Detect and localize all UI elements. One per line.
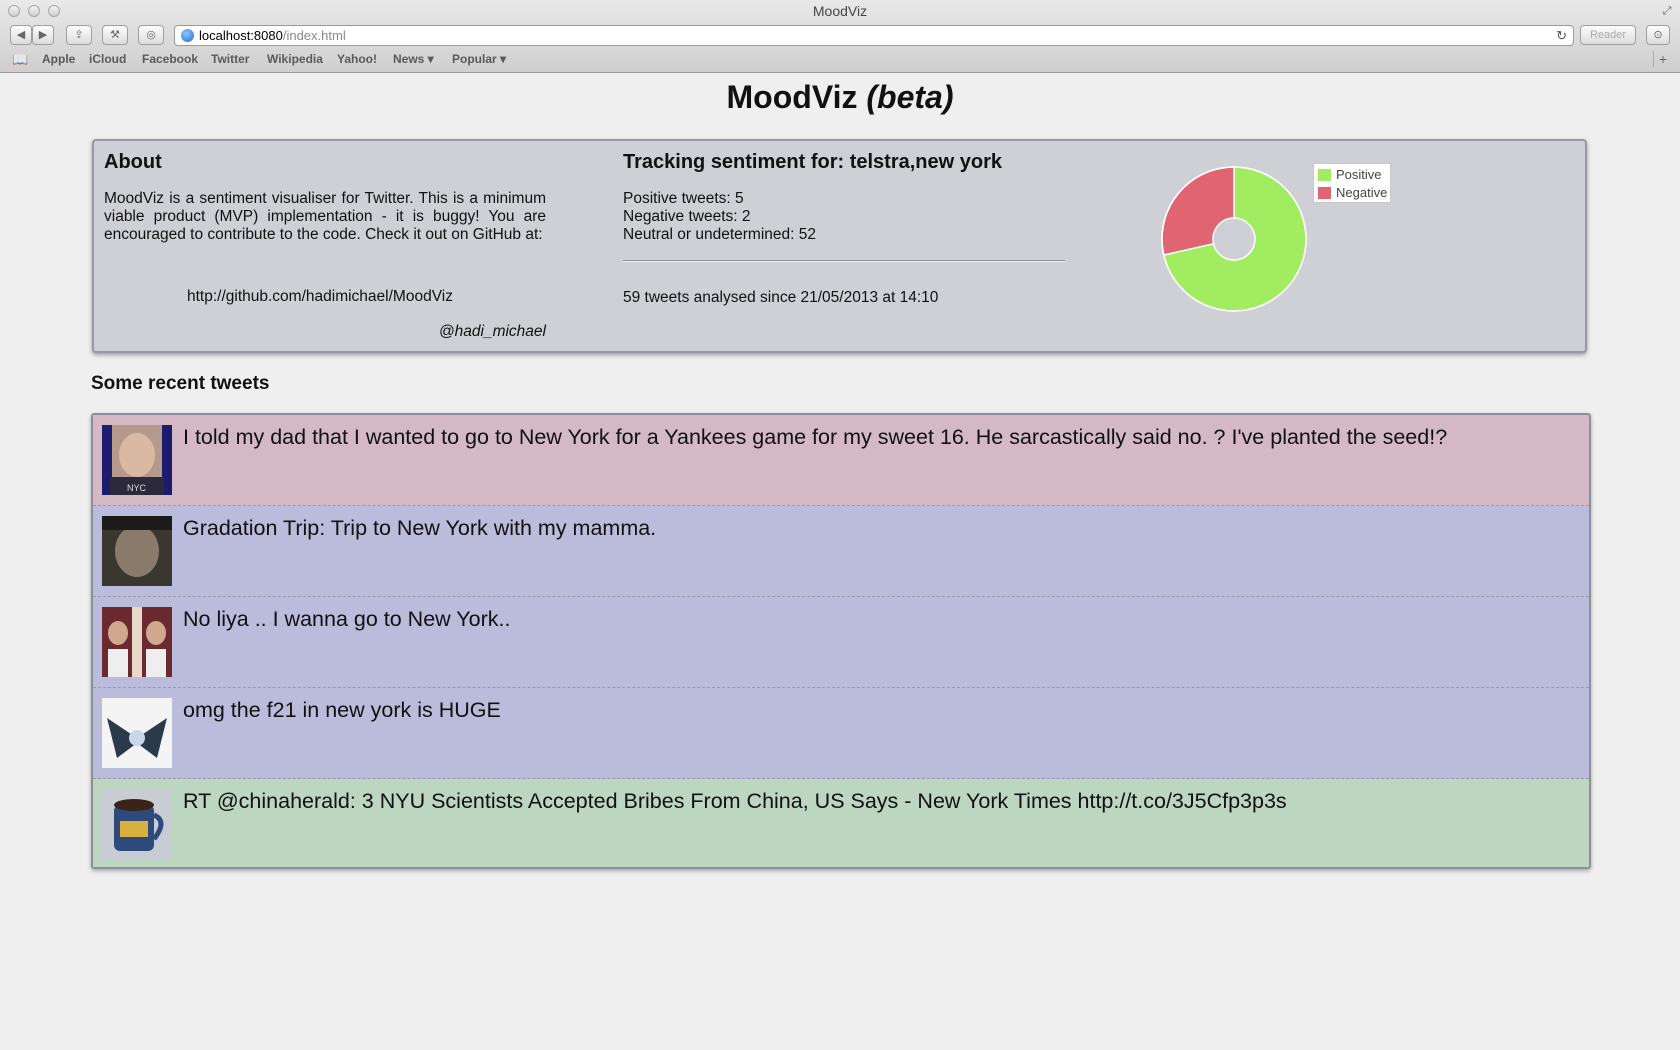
- pie-slice-negative: [1161, 166, 1235, 256]
- zoom-window-button[interactable]: [48, 5, 60, 17]
- tweet-text: I told my dad that I wanted to go to New…: [183, 425, 1448, 449]
- legend-swatch-negative: [1318, 187, 1331, 199]
- shield-icon: ◎: [146, 29, 156, 41]
- tracking-section: Tracking sentiment for: telstra,new york…: [623, 151, 1065, 307]
- tools-button[interactable]: ⚒: [102, 25, 128, 45]
- share-button[interactable]: ⇪: [66, 25, 92, 45]
- about-heading: About: [104, 151, 162, 173]
- app-name: MoodViz: [726, 79, 858, 115]
- forward-button[interactable]: ▶: [32, 25, 54, 45]
- svg-text:NYC: NYC: [127, 483, 147, 493]
- chart-legend: Positive Negative: [1313, 163, 1391, 203]
- pie-svg: [1161, 166, 1307, 312]
- sentiment-stats: Positive tweets: 5 Negative tweets: 2 Ne…: [623, 190, 1065, 244]
- bookmark-icloud[interactable]: iCloud: [89, 52, 126, 66]
- author-handle: @hadi_michael: [438, 323, 546, 340]
- page: MoodViz (beta) About MoodViz is a sentim…: [0, 73, 1680, 1050]
- download-icon: ⊙: [1653, 29, 1663, 41]
- downloads-button[interactable]: ⊙: [1646, 25, 1670, 45]
- address-bar[interactable]: localhost:8080/index.html ↻: [174, 25, 1574, 46]
- bookmark-twitter[interactable]: Twitter: [211, 52, 249, 66]
- bookmark-popular-menu[interactable]: Popular ▾: [452, 52, 506, 66]
- avatar: NYC: [102, 425, 172, 495]
- tweet-item: omg the f21 in new york is HUGE: [93, 688, 1589, 779]
- about-section: About MoodViz is a sentiment visualiser …: [104, 151, 546, 340]
- wrench-icon: ⚒: [110, 29, 120, 41]
- legend-label-positive: Positive: [1336, 167, 1382, 182]
- reload-icon[interactable]: ↻: [1556, 26, 1567, 45]
- tweet-item: No liya .. I wanna go to New York..: [93, 597, 1589, 688]
- browser-toolbar: ◀ ▶ ⇪ ⚒ ◎ localhost:8080/index.html ↻ Re…: [0, 23, 1680, 47]
- bookmark-facebook[interactable]: Facebook: [142, 52, 198, 66]
- sentiment-pie-chart: [1154, 159, 1314, 319]
- analysed-summary: 59 tweets analysed since 21/05/2013 at 1…: [623, 289, 939, 306]
- negative-count: Negative tweets: 2: [623, 208, 751, 225]
- legend-positive: Positive: [1318, 167, 1382, 183]
- avatar: [102, 789, 172, 859]
- avatar: [102, 516, 172, 586]
- reading-list-icon[interactable]: 📖: [12, 52, 28, 68]
- tracking-heading: Tracking sentiment for: telstra,new york: [623, 151, 1002, 173]
- legend-swatch-positive: [1318, 169, 1331, 181]
- reader-button[interactable]: Reader: [1580, 25, 1636, 45]
- bookmark-yahoo[interactable]: Yahoo!: [337, 52, 377, 66]
- tweet-text: omg the f21 in new york is HUGE: [183, 698, 501, 722]
- back-arrow-icon: ◀: [16, 29, 26, 41]
- bookmarks-bar: 📖 Apple iCloud Facebook Twitter Wikipedi…: [0, 49, 1680, 69]
- close-window-button[interactable]: [8, 5, 20, 17]
- bookmark-apple[interactable]: Apple: [42, 52, 75, 66]
- bookmark-wikipedia[interactable]: Wikipedia: [267, 52, 323, 66]
- tweet-text: RT @chinaherald: 3 NYU Scientists Accept…: [183, 789, 1287, 813]
- neutral-count: Neutral or undetermined: 52: [623, 226, 817, 243]
- info-panel: About MoodViz is a sentiment visualiser …: [92, 139, 1587, 353]
- beta-label: (beta): [866, 79, 954, 115]
- github-link[interactable]: http://github.com/hadimichael/MoodViz: [187, 288, 453, 306]
- avatar: [102, 698, 172, 768]
- url-path: /index.html: [282, 28, 346, 43]
- forward-arrow-icon: ▶: [38, 29, 48, 41]
- bookmark-news-menu[interactable]: News ▾: [393, 52, 434, 66]
- tweet-text: No liya .. I wanna go to New York..: [183, 607, 511, 631]
- legend-negative: Negative: [1318, 185, 1387, 201]
- positive-count: Positive tweets: 5: [623, 190, 744, 207]
- fullscreen-icon[interactable]: ⤢: [1660, 4, 1674, 18]
- legend-label-negative: Negative: [1336, 185, 1388, 200]
- window-title: MoodViz: [812, 3, 868, 19]
- avatar: [102, 607, 172, 677]
- recent-tweets-heading: Some recent tweets: [91, 373, 270, 394]
- tweet-item: Gradation Trip: Trip to New York with my…: [93, 506, 1589, 597]
- url-host: localhost:8080: [199, 28, 283, 43]
- tweet-item: RT @chinaherald: 3 NYU Scientists Accept…: [93, 779, 1589, 867]
- tweet-list: NYC I told my dad that I wanted to go to…: [91, 413, 1591, 869]
- tweet-item: NYC I told my dad that I wanted to go to…: [93, 415, 1589, 506]
- share-icon: ⇪: [74, 29, 84, 41]
- privacy-button[interactable]: ◎: [138, 25, 164, 45]
- globe-icon: [181, 29, 194, 42]
- tweet-text: Gradation Trip: Trip to New York with my…: [183, 516, 657, 540]
- add-bookmark-icon[interactable]: +: [1653, 51, 1672, 67]
- divider: [623, 260, 1065, 262]
- about-text: MoodViz is a sentiment visualiser for Tw…: [104, 190, 546, 243]
- minimize-window-button[interactable]: [28, 5, 40, 17]
- back-button[interactable]: ◀: [10, 25, 32, 45]
- page-title: MoodViz (beta): [0, 79, 1680, 116]
- browser-chrome: MoodViz ⤢ ◀ ▶ ⇪ ⚒ ◎ localhost:8080/index…: [0, 0, 1680, 73]
